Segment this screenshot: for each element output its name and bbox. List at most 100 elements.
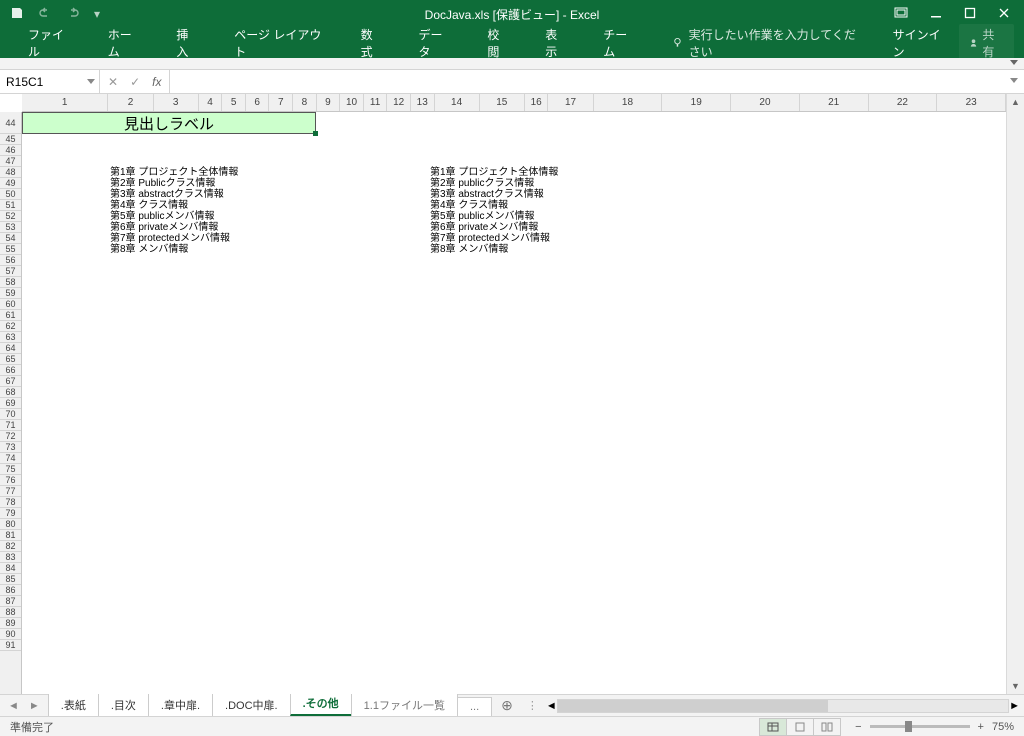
row-header[interactable]: 80 — [0, 519, 21, 530]
col-header[interactable]: 14 — [435, 94, 480, 111]
row-headers[interactable]: 4445464748495051525354555657585960616263… — [0, 112, 22, 694]
col-header[interactable]: 11 — [364, 94, 388, 111]
save-icon[interactable] — [10, 6, 24, 23]
row-header[interactable]: 87 — [0, 596, 21, 607]
ribbon-collapsed-strip[interactable] — [0, 58, 1024, 70]
col-header[interactable]: 17 — [548, 94, 593, 111]
hscroll-left-icon[interactable]: ◄ — [546, 700, 557, 712]
row-header[interactable]: 77 — [0, 486, 21, 497]
new-sheet-button[interactable]: ⊕ — [491, 697, 523, 714]
row-header[interactable]: 74 — [0, 453, 21, 464]
heading-label-cell[interactable]: 見出しラベル — [22, 112, 316, 134]
hscroll-right-icon[interactable]: ► — [1009, 700, 1020, 712]
col-header[interactable]: 5 — [222, 94, 246, 111]
formula-input[interactable] — [170, 70, 1024, 93]
ribbon-display-icon[interactable] — [894, 7, 908, 22]
row-header[interactable]: 66 — [0, 365, 21, 376]
row-header[interactable]: 54 — [0, 233, 21, 244]
col-header[interactable]: 15 — [480, 94, 525, 111]
tab-page-layout[interactable]: ページ レイアウト — [216, 28, 342, 58]
row-header[interactable]: 57 — [0, 266, 21, 277]
sheet-nav-next-icon[interactable]: ► — [29, 700, 40, 712]
row-header[interactable]: 59 — [0, 288, 21, 299]
row-header[interactable]: 85 — [0, 574, 21, 585]
zoom-out-button[interactable]: − — [855, 721, 861, 733]
row-header[interactable]: 62 — [0, 321, 21, 332]
chevron-down-icon[interactable] — [87, 79, 95, 84]
col-header[interactable]: 1 — [22, 94, 108, 111]
row-header[interactable]: 65 — [0, 354, 21, 365]
name-box[interactable]: R15C1 — [0, 70, 100, 93]
view-page-break-icon[interactable] — [813, 718, 841, 736]
tab-data[interactable]: データ — [401, 28, 470, 58]
col-header[interactable]: 4 — [199, 94, 223, 111]
sheet-tab[interactable]: .その他 — [290, 691, 352, 716]
col-header[interactable]: 3 — [154, 94, 199, 111]
row-header[interactable]: 84 — [0, 563, 21, 574]
row-header[interactable]: 50 — [0, 189, 21, 200]
enter-icon[interactable]: ✓ — [130, 75, 140, 89]
row-header[interactable]: 90 — [0, 629, 21, 640]
hscroll-thumb[interactable] — [558, 700, 828, 712]
tab-review[interactable]: 校閲 — [469, 28, 527, 58]
row-header[interactable]: 46 — [0, 145, 21, 156]
row-header[interactable]: 73 — [0, 442, 21, 453]
zoom-slider[interactable] — [870, 725, 970, 728]
formula-expand-icon[interactable] — [1010, 78, 1018, 83]
col-header[interactable]: 23 — [937, 94, 1006, 111]
row-header[interactable]: 83 — [0, 552, 21, 563]
row-header[interactable]: 82 — [0, 541, 21, 552]
col-header[interactable]: 13 — [411, 94, 435, 111]
tab-team[interactable]: チーム — [585, 28, 654, 58]
minimize-icon[interactable] — [930, 7, 942, 22]
col-header[interactable]: 9 — [317, 94, 341, 111]
redo-icon[interactable] — [66, 6, 80, 23]
share-button[interactable]: 共有 — [959, 24, 1014, 62]
row-header[interactable]: 44 — [0, 112, 21, 134]
col-header[interactable]: 18 — [594, 94, 663, 111]
spreadsheet-grid[interactable]: 1234567891011121314151617181920212223 44… — [0, 94, 1024, 694]
row-header[interactable]: 89 — [0, 618, 21, 629]
row-header[interactable]: 88 — [0, 607, 21, 618]
row-header[interactable]: 61 — [0, 310, 21, 321]
sheet-tab[interactable]: ... — [457, 697, 492, 716]
row-header[interactable]: 58 — [0, 277, 21, 288]
row-header[interactable]: 75 — [0, 464, 21, 475]
view-page-layout-icon[interactable] — [786, 718, 814, 736]
horizontal-scrollbar[interactable] — [557, 699, 1009, 713]
row-header[interactable]: 49 — [0, 178, 21, 189]
row-header[interactable]: 51 — [0, 200, 21, 211]
col-header[interactable]: 8 — [293, 94, 317, 111]
row-header[interactable]: 67 — [0, 376, 21, 387]
sheet-tab[interactable]: .章中扉. — [148, 693, 213, 716]
row-header[interactable]: 53 — [0, 222, 21, 233]
sheet-nav-prev-icon[interactable]: ◄ — [8, 700, 19, 712]
row-header[interactable]: 63 — [0, 332, 21, 343]
col-header[interactable]: 6 — [246, 94, 270, 111]
col-header[interactable]: 12 — [387, 94, 411, 111]
close-icon[interactable] — [998, 7, 1010, 22]
col-header[interactable]: 22 — [869, 94, 938, 111]
fx-icon[interactable]: fx — [152, 75, 161, 89]
tab-view[interactable]: 表示 — [527, 28, 585, 58]
row-header[interactable]: 55 — [0, 244, 21, 255]
col-header[interactable]: 2 — [108, 94, 153, 111]
col-header[interactable]: 16 — [525, 94, 549, 111]
col-header[interactable]: 21 — [800, 94, 869, 111]
tell-me[interactable]: 実行したい作業を入力してください — [654, 28, 881, 58]
column-headers[interactable]: 1234567891011121314151617181920212223 — [22, 94, 1006, 112]
col-header[interactable]: 7 — [269, 94, 293, 111]
sheet-tab[interactable]: 1.1ファイル一覧 — [351, 693, 458, 716]
undo-icon[interactable] — [38, 6, 52, 23]
row-header[interactable]: 60 — [0, 299, 21, 310]
row-header[interactable]: 47 — [0, 156, 21, 167]
row-header[interactable]: 70 — [0, 409, 21, 420]
row-header[interactable]: 81 — [0, 530, 21, 541]
tab-home[interactable]: ホーム — [90, 28, 159, 58]
row-header[interactable]: 69 — [0, 398, 21, 409]
row-header[interactable]: 79 — [0, 508, 21, 519]
row-header[interactable]: 48 — [0, 167, 21, 178]
signin-link[interactable]: サインイン — [881, 26, 960, 60]
maximize-icon[interactable] — [964, 7, 976, 22]
qat-customize-icon[interactable]: ▾ — [94, 7, 100, 21]
